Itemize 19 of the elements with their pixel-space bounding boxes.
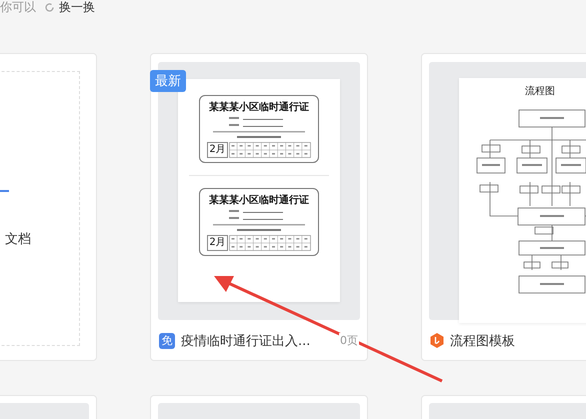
page-count: 0页 — [339, 333, 359, 348]
blank-document-label: 文档 — [5, 231, 31, 248]
template-card[interactable]: 文档 — [0, 53, 97, 361]
pass-title: 某某某小区临时通行证 — [209, 194, 309, 207]
month-cell: 2月 — [207, 235, 228, 251]
hint-text: 你可以 — [0, 0, 36, 16]
refresh-icon — [44, 2, 55, 12]
template-card[interactable]: 流程图 流程图模板 — [421, 53, 586, 361]
free-badge: 免 — [159, 332, 175, 348]
month-cell: 2月 — [207, 142, 228, 158]
hexagon-logo-icon — [430, 333, 444, 348]
blank-document-box[interactable]: 文档 — [0, 71, 80, 346]
new-badge: 最新 — [150, 70, 186, 92]
pass-title: 某某某小区临时通行证 — [209, 100, 309, 114]
refresh-button[interactable]: 换一换 — [44, 0, 95, 16]
template-card[interactable]: 某某某小区临时通行证 2月 某某某小区临时通行证 2月 最新 免 疫情临时通行证出入... 0页 — [150, 53, 368, 361]
template-title[interactable]: 流程图模板 — [450, 332, 515, 350]
flowchart-title: 流程图 — [525, 84, 555, 98]
template-title[interactable]: 疫情临时通行证出入... — [181, 332, 310, 350]
